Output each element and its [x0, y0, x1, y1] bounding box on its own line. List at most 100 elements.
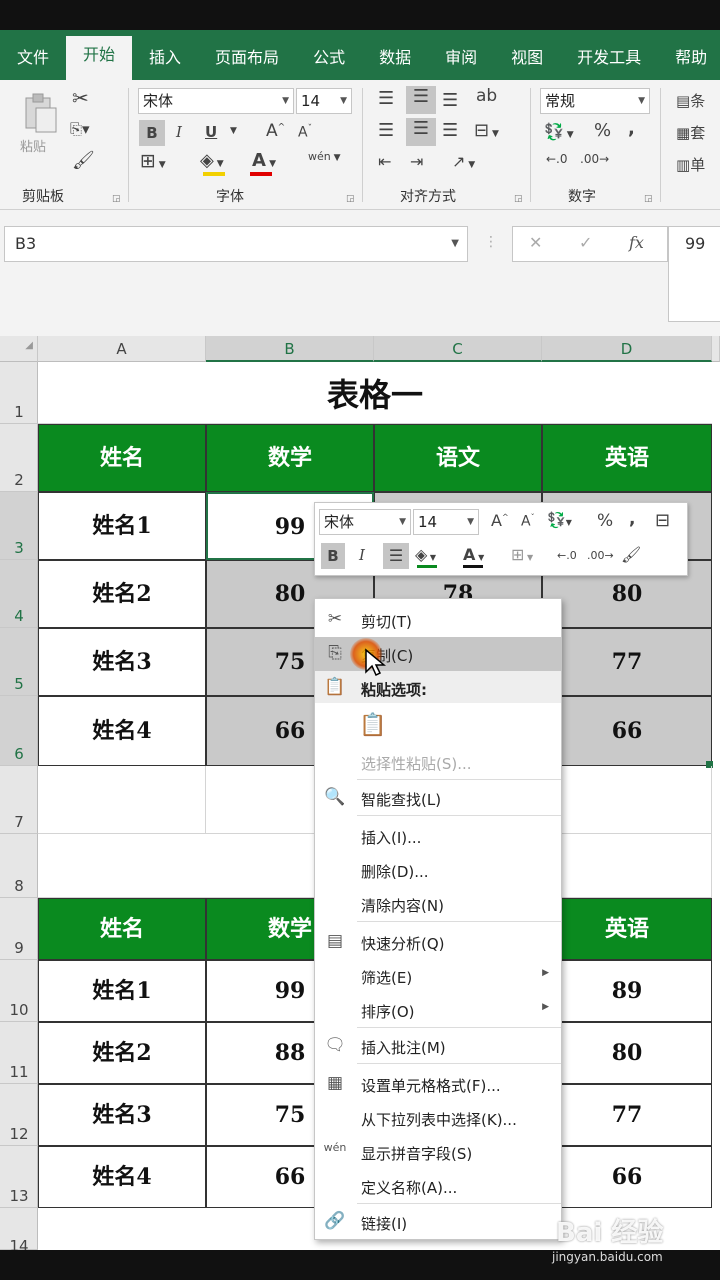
insert-function-icon[interactable]: fx [629, 233, 644, 252]
mini-grow-font-icon[interactable]: A^ [491, 511, 509, 530]
menu-item-quick-analysis[interactable]: ▤ 快速分析(Q) [315, 925, 561, 959]
table2-cell[interactable]: 89 [542, 960, 712, 1022]
align-middle-icon[interactable]: ☰ [406, 86, 436, 114]
mini-number-format-icon[interactable]: 💱▼ [547, 511, 572, 529]
column-header-e[interactable] [712, 336, 720, 362]
currency-icon[interactable]: 💱 ▼ [544, 122, 574, 141]
percent-button[interactable]: % [594, 120, 611, 141]
table2-name-cell[interactable]: 姓名2 [38, 1022, 206, 1084]
fill-color-icon[interactable]: ◈ ▼ [200, 150, 224, 171]
mini-fill-color-icon[interactable]: ◈ ▼ [415, 545, 436, 564]
mini-borders-icon[interactable]: ⊞ ▼ [511, 545, 533, 564]
mini-decrease-decimal-icon[interactable]: .00→ [587, 549, 614, 562]
menu-item-sort[interactable]: 排序(O) ▶ [315, 993, 561, 1027]
number-format-combo[interactable]: 常规 ▼ [540, 88, 650, 114]
font-launcher-icon[interactable]: ◲ [346, 194, 355, 204]
row-header[interactable]: 6 [0, 696, 38, 766]
cut-icon[interactable]: ✂ [72, 86, 89, 110]
tab-file[interactable]: 文件 [0, 30, 66, 80]
menu-item-phonetic[interactable]: wén 显示拼音字段(S) [315, 1135, 561, 1169]
row-header[interactable]: 14 [0, 1208, 38, 1255]
tab-formulas[interactable]: 公式 [296, 30, 362, 80]
column-header-a[interactable]: A [38, 336, 206, 362]
tab-help[interactable]: 帮助 [658, 30, 720, 80]
table1-cell[interactable]: 66 [542, 696, 712, 766]
mini-merge-icon[interactable]: ⊟ [655, 510, 670, 531]
tab-insert[interactable]: 插入 [132, 30, 198, 80]
mini-font-size-combo[interactable]: 14 ▼ [413, 509, 479, 535]
name-box[interactable]: B3 ▼ [4, 226, 468, 262]
table2-name-cell[interactable]: 姓名3 [38, 1084, 206, 1146]
copy-icon[interactable]: ⎘▾ [70, 120, 90, 138]
merge-center-icon[interactable]: ⊟ ▼ [474, 120, 499, 141]
cell-styles-button[interactable]: ▥单 [676, 154, 705, 175]
table1-header-cell[interactable]: 英语 [542, 424, 712, 492]
row-header[interactable]: 5 [0, 628, 38, 696]
paste-button[interactable] [20, 92, 60, 136]
orientation-icon[interactable]: ab [476, 86, 497, 106]
shrink-font-button[interactable]: Aˇ [298, 124, 312, 141]
table1-cell[interactable]: 77 [542, 628, 712, 696]
mini-font-color-icon[interactable]: A ▼ [463, 545, 484, 564]
column-header-b[interactable]: B [206, 336, 374, 362]
menu-item-paste-special[interactable]: 选择性粘贴(S)... [315, 745, 561, 779]
table2-cell[interactable]: 77 [542, 1084, 712, 1146]
table2-cell[interactable]: 66 [542, 1146, 712, 1208]
row-header[interactable]: 3 [0, 492, 38, 560]
format-as-table-button[interactable]: ▦套 [676, 122, 705, 143]
menu-item-filter[interactable]: 筛选(E) ▶ [315, 959, 561, 993]
table2-header-cell[interactable]: 英语 [542, 898, 712, 960]
increase-indent-icon[interactable]: ⇥ [410, 152, 423, 171]
tab-view[interactable]: 视图 [494, 30, 560, 80]
mini-italic-button[interactable]: I [359, 546, 365, 564]
empty-cell[interactable] [562, 766, 712, 834]
borders-icon[interactable]: ⊞ ▼ [140, 150, 166, 172]
row-header[interactable]: 1 [0, 362, 38, 424]
mini-increase-decimal-icon[interactable]: ←.0 [557, 549, 577, 562]
text-direction-icon[interactable]: ↗ ▼ [452, 152, 475, 171]
alignment-launcher-icon[interactable]: ◲ [514, 194, 523, 204]
column-header-c[interactable]: C [374, 336, 542, 362]
tab-review[interactable]: 审阅 [428, 30, 494, 80]
table2-name-cell[interactable]: 姓名1 [38, 960, 206, 1022]
table1-name-cell[interactable]: 姓名3 [38, 628, 206, 696]
row-header[interactable]: 8 [0, 834, 38, 898]
tab-page-layout[interactable]: 页面布局 [198, 30, 296, 80]
menu-item-format-cells[interactable]: ▦ 设置单元格格式(F)... [315, 1067, 561, 1101]
bold-button[interactable]: B [139, 120, 165, 146]
grow-font-button[interactable]: A^ [266, 121, 285, 141]
row-header[interactable]: 4 [0, 560, 38, 628]
select-all-corner[interactable]: ◢ [0, 336, 38, 362]
cancel-icon[interactable]: ✕ [529, 233, 542, 252]
paste-option-default[interactable]: 📋 [315, 705, 561, 747]
table1-header-cell[interactable]: 姓名 [38, 424, 206, 492]
table1-name-cell[interactable]: 姓名1 [38, 492, 206, 560]
mini-comma-button[interactable]: , [629, 509, 635, 529]
number-launcher-icon[interactable]: ◲ [644, 194, 653, 204]
table2-name-cell[interactable]: 姓名4 [38, 1146, 206, 1208]
align-center-icon[interactable]: ☰ [406, 118, 436, 146]
row-header[interactable]: 12 [0, 1084, 38, 1146]
chevron-down-icon[interactable]: ▼ [230, 126, 237, 136]
mini-bold-button[interactable]: B [321, 543, 345, 569]
row-header[interactable]: 10 [0, 960, 38, 1022]
tab-data[interactable]: 数据 [362, 30, 428, 80]
menu-item-delete[interactable]: 删除(D)... [315, 853, 561, 887]
comma-button[interactable]: , [628, 118, 635, 139]
align-bottom-icon[interactable]: ☰ [442, 90, 458, 111]
mini-font-name-combo[interactable]: 宋体 ▼ [319, 509, 411, 535]
decrease-indent-icon[interactable]: ⇤ [378, 152, 391, 171]
tab-developer[interactable]: 开发工具 [560, 30, 658, 80]
table2-header-cell[interactable]: 姓名 [38, 898, 206, 960]
table1-header-cell[interactable]: 数学 [206, 424, 374, 492]
table1-name-cell[interactable]: 姓名4 [38, 696, 206, 766]
formula-input[interactable]: 99 [668, 226, 720, 322]
menu-item-pick-from-list[interactable]: 从下拉列表中选择(K)... [315, 1101, 561, 1135]
mini-percent-button[interactable]: % [597, 511, 613, 531]
menu-item-cut[interactable]: ✂ 剪切(T) [315, 603, 561, 637]
sheet-title-cell[interactable]: 表格一 [38, 362, 712, 424]
align-left-icon[interactable]: ☰ [378, 120, 394, 141]
font-name-combo[interactable]: 宋体 ▼ [138, 88, 294, 114]
table1-name-cell[interactable]: 姓名2 [38, 560, 206, 628]
decrease-decimal-icon[interactable]: .00→ [580, 152, 609, 166]
